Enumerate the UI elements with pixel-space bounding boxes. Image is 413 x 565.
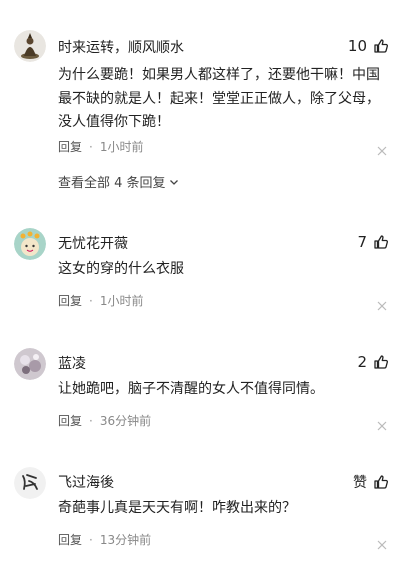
view-all-replies-label: 查看全部 4 条回复 xyxy=(58,176,166,191)
comment-username[interactable]: 时来运转，顺风顺水 xyxy=(58,37,184,57)
separator-dot: · xyxy=(89,413,93,428)
comment-time: 13分钟前 xyxy=(99,533,152,547)
comment-username[interactable]: 无忧花开薇 xyxy=(58,233,128,253)
comment-username[interactable]: 飞过海後 xyxy=(58,472,114,492)
close-icon[interactable] xyxy=(377,141,387,156)
comment-meta: 回复 · 1小时前 xyxy=(58,292,143,309)
avatar[interactable] xyxy=(14,467,46,499)
close-icon[interactable] xyxy=(377,416,387,431)
avatar[interactable] xyxy=(14,348,46,380)
separator-dot: · xyxy=(89,293,93,308)
comment-username[interactable]: 蓝凌 xyxy=(58,353,86,373)
comment-meta: 回复 · 36分钟前 xyxy=(58,412,151,429)
like-button[interactable]: 10 xyxy=(348,37,389,55)
comment-text: 为什么要跪！如果男人都这样了，还要他干嘛！中国最不缺的就是人！起来！堂堂正正做人… xyxy=(58,67,380,130)
close-icon[interactable] xyxy=(377,296,387,311)
avatar[interactable] xyxy=(14,228,46,260)
comment-time: 1小时前 xyxy=(99,140,144,154)
thumbs-up-icon xyxy=(374,355,388,369)
comment-meta: 回复 · 13分钟前 xyxy=(58,531,151,548)
reply-button[interactable]: 回复 xyxy=(58,531,82,548)
like-label: 赞 xyxy=(353,475,367,491)
separator-dot: · xyxy=(89,532,93,547)
avatar[interactable] xyxy=(14,30,46,62)
like-count: 7 xyxy=(357,233,367,251)
like-button[interactable]: 7 xyxy=(357,233,389,251)
comment-text: 让她跪吧，脑子不清醒的女人不值得同情。 xyxy=(58,381,324,397)
comment-time: 36分钟前 xyxy=(99,414,152,428)
like-count: 2 xyxy=(357,353,367,371)
comment-meta: 回复 · 1小时前 xyxy=(58,138,143,155)
thumbs-up-icon xyxy=(374,39,388,53)
like-button[interactable]: 2 xyxy=(357,353,389,371)
close-icon[interactable] xyxy=(377,535,387,550)
like-count: 10 xyxy=(347,37,367,55)
chevron-down-icon xyxy=(169,179,178,185)
reply-button[interactable]: 回复 xyxy=(58,412,82,429)
view-all-replies-button[interactable]: 查看全部 4 条回复 xyxy=(58,172,179,191)
like-button[interactable]: 赞 xyxy=(353,472,389,492)
comment-text: 奇葩事儿真是天天有啊！咋教出来的？ xyxy=(58,500,296,516)
separator-dot: · xyxy=(89,139,93,154)
comment-time: 1小时前 xyxy=(99,294,144,308)
comment-text: 这女的穿的什么衣服 xyxy=(58,261,184,277)
reply-button[interactable]: 回复 xyxy=(58,138,82,155)
thumbs-up-icon xyxy=(374,235,388,249)
thumbs-up-icon xyxy=(374,475,388,489)
reply-button[interactable]: 回复 xyxy=(58,292,82,309)
